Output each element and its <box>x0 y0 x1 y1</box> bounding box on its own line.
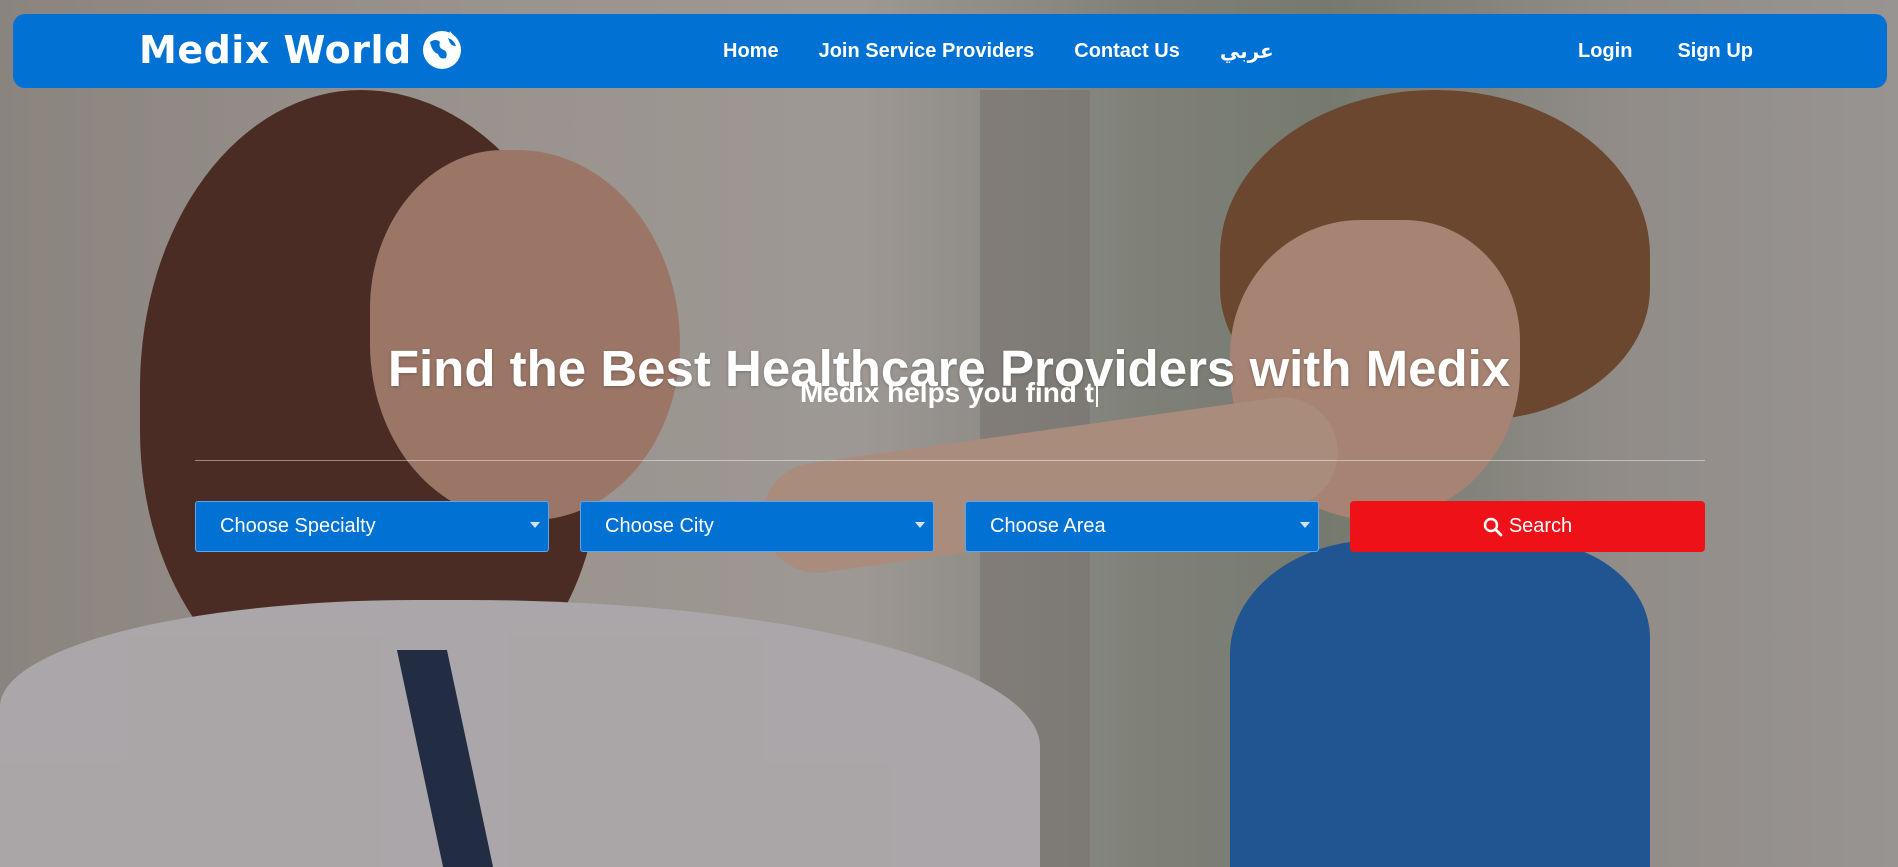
area-select[interactable]: Choose Area <box>965 501 1319 552</box>
search-icon <box>1483 517 1503 536</box>
hero-subtitle: Medix helps you find t <box>0 377 1898 409</box>
chevron-down-icon <box>530 522 540 528</box>
nav-arabic-language-link[interactable]: عربي <box>1220 39 1274 64</box>
chevron-down-icon <box>1300 522 1310 528</box>
nav-home-link[interactable]: Home <box>723 40 779 63</box>
area-select-value: Choose Area <box>990 515 1106 537</box>
nav-join-providers-link[interactable]: Join Service Providers <box>819 40 1035 63</box>
specialty-select[interactable]: Choose Specialty <box>195 501 549 552</box>
search-button[interactable]: Search <box>1350 501 1705 552</box>
auth-nav: Login Sign Up <box>1578 14 1753 88</box>
hero-background-image <box>0 0 1898 867</box>
brand-name: Medix World <box>139 28 412 72</box>
globe-icon <box>422 31 461 69</box>
nav-contact-link[interactable]: Contact Us <box>1074 40 1180 63</box>
city-select-value: Choose City <box>605 515 714 537</box>
brand-logo[interactable]: Medix World <box>139 28 464 72</box>
signup-link[interactable]: Sign Up <box>1677 40 1753 63</box>
city-select[interactable]: Choose City <box>580 501 934 552</box>
login-link[interactable]: Login <box>1578 40 1632 63</box>
chevron-down-icon <box>915 522 925 528</box>
typing-caret <box>1096 377 1098 407</box>
main-nav: Home Join Service Providers Contact Us ع… <box>723 14 1274 88</box>
divider <box>195 460 1705 461</box>
search-button-label: Search <box>1508 515 1573 537</box>
specialty-select-value: Choose Specialty <box>220 515 376 537</box>
navbar: Medix World Home Join Service Providers … <box>13 14 1887 88</box>
hero-subtitle-text: Medix helps you find t <box>799 377 1094 408</box>
